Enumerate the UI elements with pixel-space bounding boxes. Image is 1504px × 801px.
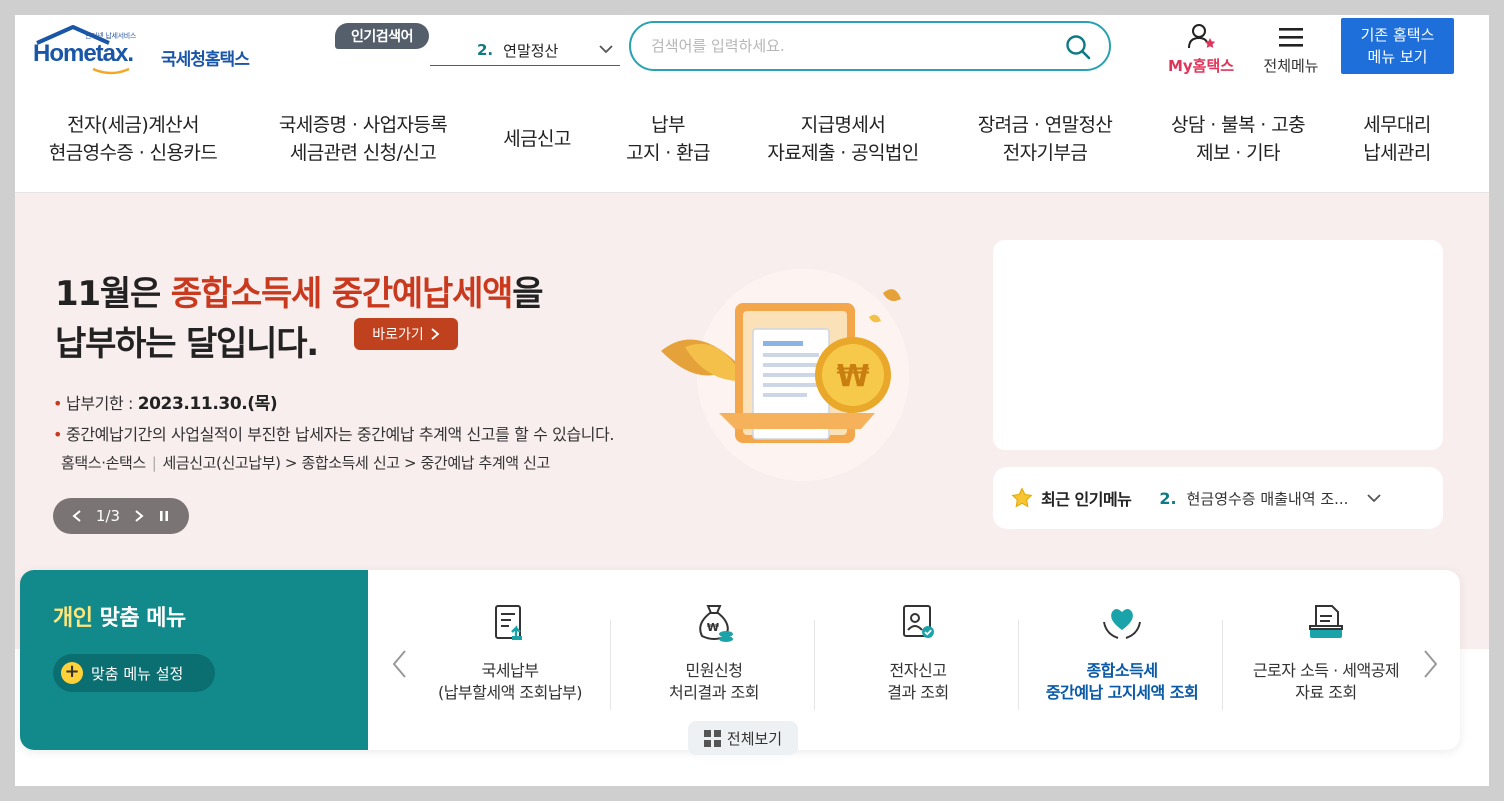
chevron-right-icon — [431, 328, 440, 340]
nav-item-payment-statement[interactable]: 지급명세서 자료제출 · 공익법인 — [757, 111, 929, 167]
menu-item-worker-deduction[interactable]: 근로자 소득 · 세액공제 자료 조회 — [1224, 600, 1428, 730]
search-icon[interactable] — [1065, 34, 1091, 60]
popular-term: 연말정산 — [503, 41, 559, 60]
document-tray-icon — [1309, 605, 1343, 638]
tax-payment-icon — [495, 605, 522, 640]
popular-search-dropdown[interactable]: 2. 연말정산 — [430, 35, 620, 66]
search-box — [629, 21, 1111, 71]
pause-icon[interactable] — [158, 509, 170, 523]
personal-menu-header: 개인 맞춤 메뉴 + 맞춤 메뉴 설정 — [20, 570, 368, 750]
notice-text: • 중간예납기간의 사업실적이 부진한 납세자는 중간예납 추계액 신고를 할 수… — [53, 425, 615, 444]
hometax-page: 인터넷 납세서비스 Hometax. 국세청홈택스 인기검색어 2. 연말정산 … — [15, 15, 1489, 786]
nav-item-certificates[interactable]: 국세증명 · 사업자등록 세금관련 신청/신고 — [267, 111, 459, 167]
search-input[interactable] — [651, 35, 1051, 57]
logo-korean-name: 국세청홈택스 — [161, 50, 250, 70]
next-slide-icon[interactable] — [134, 509, 144, 523]
star-icon — [1011, 487, 1033, 508]
menu-item-e-filing-result[interactable]: 전자신고 결과 조회 — [816, 600, 1020, 730]
chevron-down-icon — [1367, 494, 1382, 503]
recent-menu-rank: 2. — [1159, 488, 1177, 508]
svg-text:₩: ₩ — [707, 621, 719, 634]
nav-item-tax-agent[interactable]: 세무대리 납세관리 — [1355, 111, 1439, 167]
plus-icon: + — [61, 662, 83, 684]
view-all-button[interactable]: 전체보기 — [688, 721, 798, 755]
hamburger-icon — [1279, 28, 1303, 47]
nav-item-consultation[interactable]: 상담 · 불복 · 고충 제보 · 기타 — [1161, 111, 1315, 167]
nav-item-e-invoice[interactable]: 전자(세금)계산서 현금영수증 · 신용카드 — [45, 111, 221, 167]
old-hometax-menu-button[interactable]: 기존 홈택스 메뉴 보기 — [1341, 18, 1454, 74]
recent-menu-value: 현금영수증 매출내역 조... — [1186, 489, 1349, 508]
deadline-info: • 납부기한 : 2023.11.30.(목) — [53, 394, 278, 414]
user-star-icon — [1188, 24, 1216, 49]
all-menu-button[interactable]: 전체메뉴 — [1255, 21, 1327, 75]
menu-item-interim-tax[interactable]: 종합소득세 중간예납 고지세액 조회 — [1020, 600, 1224, 730]
pager-count: 1/3 — [95, 507, 121, 525]
personal-menu-title: 개인 맞춤 메뉴 — [53, 606, 186, 631]
prev-menu-arrow-icon[interactable] — [390, 648, 410, 680]
recent-menu-title: 최근 인기메뉴 — [1041, 490, 1132, 509]
old-menu-line1: 기존 홈택스 — [1360, 26, 1435, 44]
hometax-logo[interactable]: 인터넷 납세서비스 Hometax. 국세청홈택스 — [23, 21, 263, 77]
money-bag-icon: ₩ — [699, 605, 733, 642]
old-menu-line2: 메뉴 보기 — [1367, 48, 1428, 66]
menu-divider — [1222, 620, 1223, 710]
all-menu-label: 전체메뉴 — [1263, 57, 1319, 75]
banner-side-card — [993, 240, 1443, 450]
menu-divider — [610, 620, 611, 710]
logo-wordmark: Hometax. — [33, 40, 134, 67]
popular-rank: 2. — [477, 41, 494, 59]
my-hometax-button[interactable]: My홈택스 — [1161, 21, 1241, 75]
e-filing-icon — [903, 605, 934, 638]
nav-item-incentives[interactable]: 장려금 · 연말정산 전자기부금 — [965, 111, 1125, 167]
banner-pager: 1/3 — [53, 498, 189, 534]
heart-hands-icon — [1103, 609, 1141, 639]
svg-text:₩: ₩ — [836, 359, 869, 394]
nav-item-tax-filing[interactable]: 세금신고 — [495, 125, 579, 153]
chevron-down-icon — [599, 45, 613, 54]
prev-slide-icon[interactable] — [72, 509, 82, 523]
my-hometax-label: My홈택스 — [1167, 57, 1235, 75]
deadline-date: 2023.11.30.(목) — [137, 394, 278, 414]
hero-title-highlight: 종합소득세 중간예납세액 — [170, 274, 514, 314]
popular-search-badge: 인기검색어 — [335, 23, 429, 49]
menu-item-civil-request[interactable]: ₩ 민원신청 처리결과 조회 — [612, 600, 816, 730]
menu-item-tax-payment[interactable]: 국세납부 (납부할세액 조회납부) — [408, 600, 612, 730]
tax-document-coin-illustration: ₩ — [661, 269, 909, 481]
custom-menu-settings-button[interactable]: + 맞춤 메뉴 설정 — [53, 654, 215, 692]
menu-divider — [1018, 620, 1019, 710]
menu-path: 홈택스·손택스 | 세금신고(신고납부) > 종합소득세 신고 > 중간예납 추계액… — [61, 454, 550, 472]
main-nav: 전자(세금)계산서 현금영수증 · 신용카드 국세증명 · 사업자등록 세금관련… — [15, 107, 1489, 185]
menu-divider — [814, 620, 815, 710]
recent-popular-menu[interactable]: 최근 인기메뉴 2. 현금영수증 매출내역 조... — [993, 467, 1443, 529]
logo-smile-icon — [92, 67, 130, 75]
grid-icon — [703, 729, 721, 747]
hero-title: 11월은 종합소득세 중간예납세액을 납부하는 달입니다. — [55, 274, 544, 364]
goto-button[interactable]: 바로가기 — [354, 318, 458, 350]
nav-item-payment[interactable]: 납부 고지 · 환급 — [615, 111, 721, 167]
